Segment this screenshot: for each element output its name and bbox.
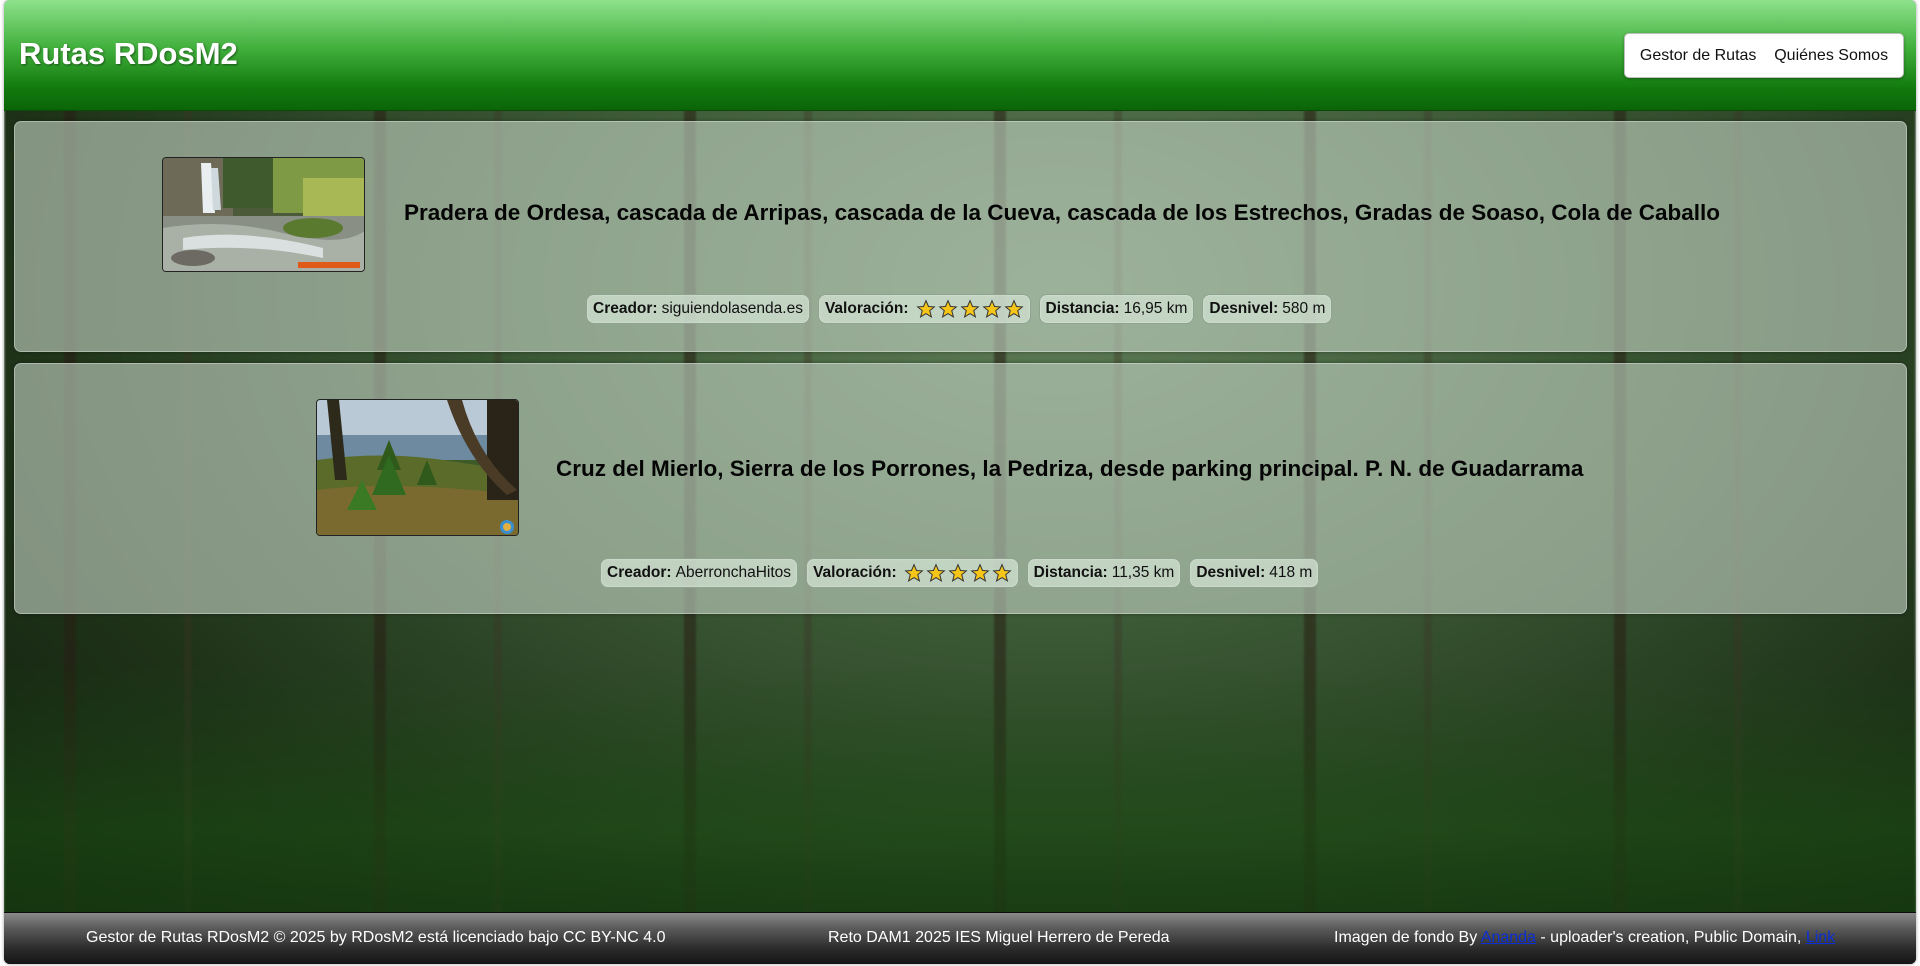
route-badges: Creador: AberronchaHitos Valoración: Dis…	[600, 558, 1320, 588]
star-icon	[904, 563, 924, 582]
elevation-label: Desnivel:	[1196, 564, 1266, 581]
rating-label: Valoración:	[824, 300, 909, 317]
creator-label: Creador:	[607, 564, 672, 581]
star-icon	[959, 299, 980, 318]
rating-stars	[904, 563, 1012, 583]
creator-label: Creador:	[593, 300, 658, 317]
nav-quienes-somos[interactable]: Quiénes Somos	[1768, 41, 1894, 71]
route-badges: Creador: siguiendolasenda.es Valoración:…	[586, 294, 1333, 324]
image-credit-prefix: Imagen de fondo By	[1334, 929, 1481, 946]
page-frame: Rutas RDosM2 Gestor de Rutas Quiénes Som…	[4, 0, 1916, 964]
pine-forest-photo-icon	[317, 400, 518, 535]
route-thumbnail-forest[interactable]	[316, 399, 519, 536]
creator-badge: Creador: siguiendolasenda.es	[586, 294, 810, 324]
route-title[interactable]: Cruz del Mierlo, Sierra de los Porrones,…	[556, 456, 1583, 482]
star-icon	[948, 563, 968, 582]
distance-label: Distancia:	[1033, 564, 1108, 581]
rating-badge: Valoración:	[806, 558, 1019, 588]
elevation-label: Desnivel:	[1209, 300, 1279, 317]
nav-gestor-de-rutas[interactable]: Gestor de Rutas	[1634, 41, 1763, 71]
star-icon	[926, 563, 946, 582]
route-title[interactable]: Pradera de Ordesa, cascada de Arripas, c…	[404, 200, 1720, 226]
creator-badge: Creador: AberronchaHitos	[600, 558, 799, 588]
distance-value: 11,35 km	[1111, 564, 1175, 581]
rating-stars	[915, 299, 1024, 319]
image-credit-middle: - uploader's creation, Public Domain,	[1535, 929, 1806, 946]
image-source-link[interactable]: Link	[1806, 929, 1835, 946]
star-icon	[1003, 299, 1024, 318]
route-card[interactable]: Pradera de Ordesa, cascada de Arripas, c…	[14, 121, 1907, 352]
star-icon	[992, 563, 1012, 582]
star-icon	[981, 299, 1002, 318]
waterfall-photo-icon	[163, 158, 364, 271]
site-title: Rutas RDosM2	[19, 36, 238, 71]
rating-label: Valoración:	[813, 564, 897, 581]
site-header: Rutas RDosM2 Gestor de Rutas Quiénes Som…	[4, 0, 1916, 111]
creator-value: AberronchaHitos	[675, 564, 792, 581]
main-nav: Gestor de Rutas Quiénes Somos	[1624, 33, 1904, 78]
site-footer: Gestor de Rutas RDosM2 © 2025 by RDosM2 …	[4, 912, 1916, 964]
footer-license: Gestor de Rutas RDosM2 © 2025 by RDosM2 …	[86, 929, 666, 946]
distance-badge: Distancia: 16,95 km	[1038, 294, 1195, 324]
footer-image-credit: Imagen de fondo By Ananda - uploader's c…	[1334, 929, 1835, 947]
star-icon	[937, 299, 958, 318]
route-card[interactable]: Cruz del Mierlo, Sierra de los Porrones,…	[14, 363, 1907, 614]
distance-value: 16,95 km	[1123, 300, 1188, 317]
elevation-value: 418 m	[1269, 564, 1313, 581]
star-icon	[915, 299, 936, 318]
elevation-badge: Desnivel: 580 m	[1202, 294, 1333, 324]
creator-value: siguiendolasenda.es	[661, 300, 803, 317]
image-author-link[interactable]: Ananda	[1481, 929, 1536, 946]
distance-badge: Distancia: 11,35 km	[1026, 558, 1182, 588]
star-icon	[970, 563, 990, 582]
elevation-value: 580 m	[1282, 300, 1326, 317]
rating-badge: Valoración:	[817, 294, 1031, 324]
route-thumbnail-waterfall[interactable]	[162, 157, 365, 272]
distance-label: Distancia:	[1045, 300, 1120, 317]
elevation-badge: Desnivel: 418 m	[1189, 558, 1320, 588]
footer-credit: Reto DAM1 2025 IES Miguel Herrero de Per…	[828, 929, 1170, 946]
